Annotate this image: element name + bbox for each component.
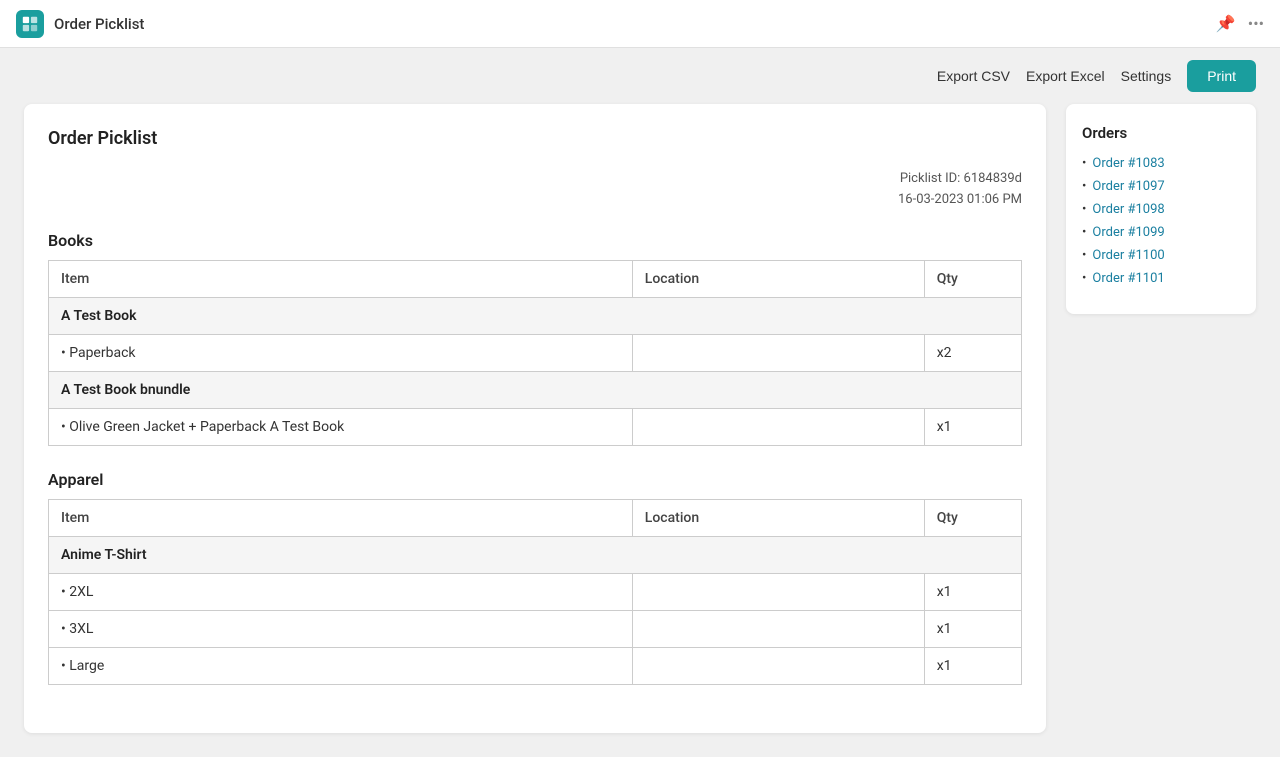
- books-col-location: Location: [632, 260, 924, 297]
- books-table: Item Location Qty A Test Book • Paperbac…: [48, 260, 1022, 446]
- app-title: Order Picklist: [54, 15, 144, 33]
- table-row: • 3XL x1: [49, 610, 1022, 647]
- row-item-location: [632, 610, 924, 647]
- table-row: • 2XL x1: [49, 573, 1022, 610]
- pin-icon[interactable]: 📌: [1216, 14, 1236, 33]
- books-col-qty: Qty: [924, 260, 1021, 297]
- top-bar-actions: 📌 •••: [1216, 14, 1264, 33]
- row-item-name: • Paperback: [49, 334, 633, 371]
- content-panel: Order Picklist Picklist ID: 6184839d 16-…: [24, 104, 1046, 733]
- list-item: Order #1097: [1082, 179, 1240, 194]
- apparel-col-location: Location: [632, 499, 924, 536]
- list-item: Order #1100: [1082, 248, 1240, 263]
- export-csv-button[interactable]: Export CSV: [937, 68, 1010, 84]
- row-item-qty: x1: [924, 647, 1021, 684]
- row-item-location: [632, 408, 924, 445]
- table-row: A Test Book: [49, 297, 1022, 334]
- row-item-qty: x1: [924, 408, 1021, 445]
- row-item-location: [632, 334, 924, 371]
- row-item-qty: x2: [924, 334, 1021, 371]
- group-name: Anime T-Shirt: [49, 536, 1022, 573]
- list-item: Order #1099: [1082, 225, 1240, 240]
- section-apparel-title: Apparel: [48, 470, 1022, 489]
- sidebar: Orders Order #1083 Order #1097 Order #10…: [1066, 104, 1256, 314]
- table-row: • Paperback x2: [49, 334, 1022, 371]
- sidebar-title: Orders: [1082, 124, 1240, 142]
- picklist-header: Picklist ID: 6184839d 16-03-2023 01:06 P…: [48, 169, 1022, 211]
- table-row: A Test Book bnundle: [49, 371, 1022, 408]
- print-button[interactable]: Print: [1187, 60, 1256, 92]
- row-item-location: [632, 647, 924, 684]
- picklist-date: 16-03-2023 01:06 PM: [898, 190, 1022, 211]
- toolbar: Export CSV Export Excel Settings Print: [0, 48, 1280, 104]
- more-options-icon[interactable]: •••: [1248, 14, 1264, 33]
- apparel-col-item: Item: [49, 499, 633, 536]
- apparel-col-qty: Qty: [924, 499, 1021, 536]
- apparel-table: Item Location Qty Anime T-Shirt • 2XL x1…: [48, 499, 1022, 685]
- picklist-id: Picklist ID: 6184839d: [898, 169, 1022, 190]
- order-link[interactable]: Order #1100: [1092, 248, 1164, 263]
- row-item-name: • 3XL: [49, 610, 633, 647]
- table-row: • Large x1: [49, 647, 1022, 684]
- settings-button[interactable]: Settings: [1121, 68, 1172, 84]
- order-link[interactable]: Order #1097: [1092, 179, 1164, 194]
- group-name: A Test Book: [49, 297, 1022, 334]
- app-icon: [16, 10, 44, 38]
- order-link[interactable]: Order #1098: [1092, 202, 1164, 217]
- section-books-title: Books: [48, 231, 1022, 250]
- list-item: Order #1083: [1082, 156, 1240, 171]
- order-link[interactable]: Order #1083: [1092, 156, 1164, 171]
- row-item-name: • Olive Green Jacket + Paperback A Test …: [49, 408, 633, 445]
- row-item-location: [632, 573, 924, 610]
- list-item: Order #1101: [1082, 271, 1240, 286]
- order-link[interactable]: Order #1101: [1092, 271, 1164, 286]
- table-row: Anime T-Shirt: [49, 536, 1022, 573]
- row-item-qty: x1: [924, 610, 1021, 647]
- row-item-qty: x1: [924, 573, 1021, 610]
- top-bar: Order Picklist 📌 •••: [0, 0, 1280, 48]
- books-col-item: Item: [49, 260, 633, 297]
- group-name: A Test Book bnundle: [49, 371, 1022, 408]
- row-item-name: • Large: [49, 647, 633, 684]
- order-link[interactable]: Order #1099: [1092, 225, 1164, 240]
- page-title: Order Picklist: [48, 128, 1022, 149]
- orders-list: Order #1083 Order #1097 Order #1098 Orde…: [1082, 156, 1240, 286]
- export-excel-button[interactable]: Export Excel: [1026, 68, 1105, 84]
- row-item-name: • 2XL: [49, 573, 633, 610]
- main-layout: Order Picklist Picklist ID: 6184839d 16-…: [0, 104, 1280, 757]
- list-item: Order #1098: [1082, 202, 1240, 217]
- table-row: • Olive Green Jacket + Paperback A Test …: [49, 408, 1022, 445]
